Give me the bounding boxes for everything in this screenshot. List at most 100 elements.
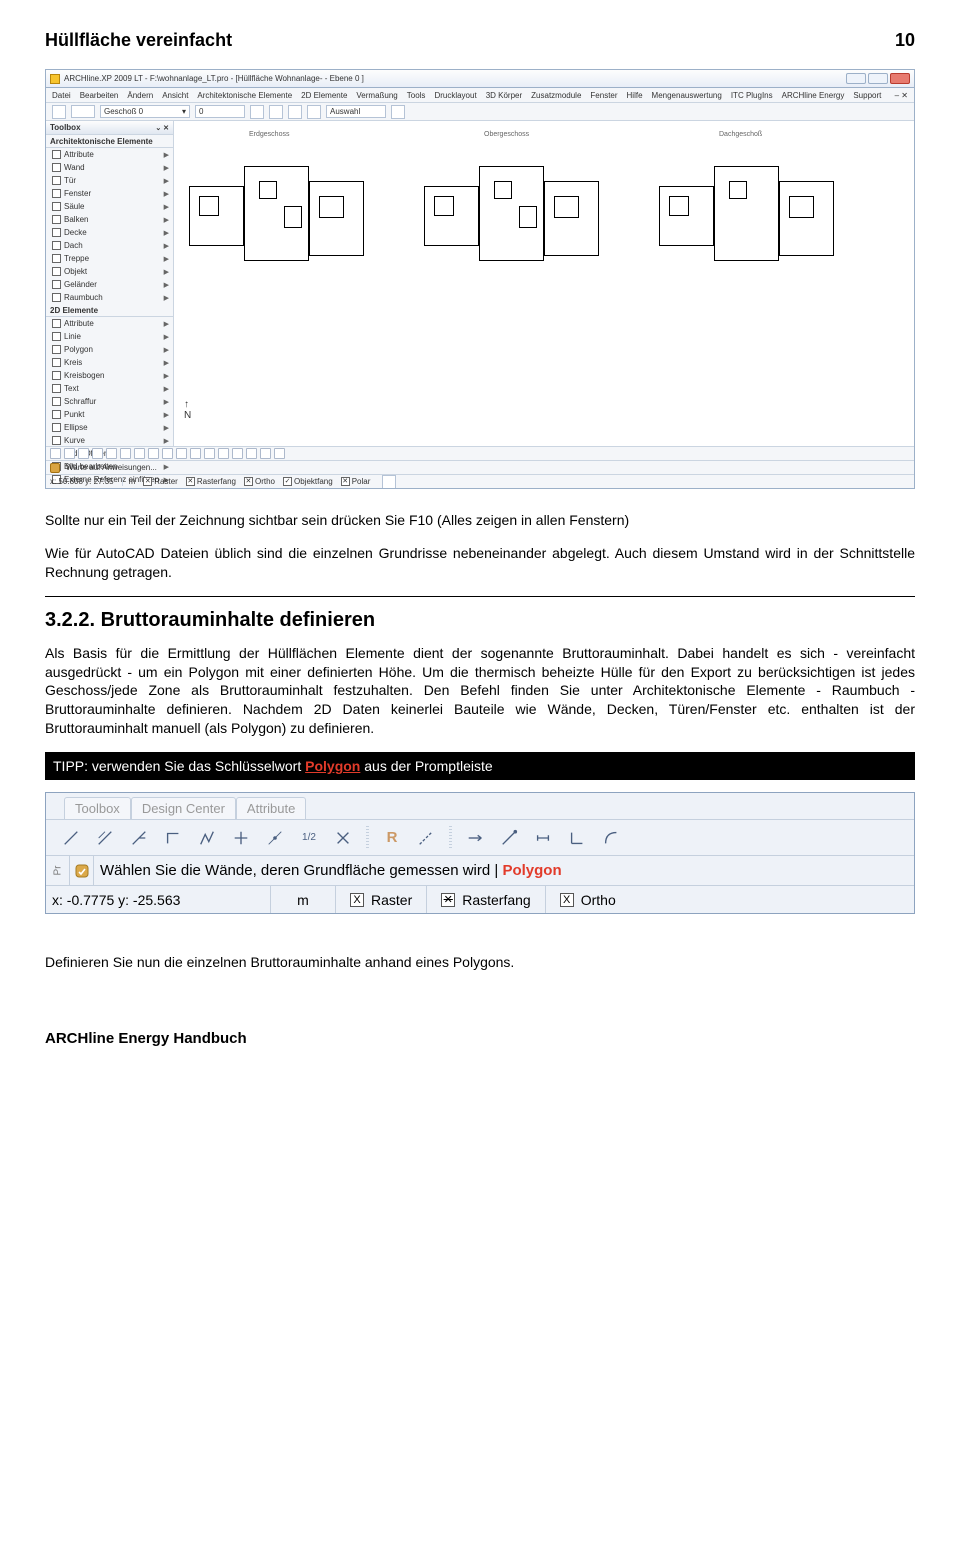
tool-icon[interactable] — [64, 448, 75, 459]
geschoss-dropdown[interactable]: Geschoß 0▾ — [100, 105, 190, 118]
point-icon[interactable] — [264, 827, 286, 849]
tree-item[interactable]: Linie▶ — [46, 330, 173, 343]
menu-tools[interactable]: Tools — [407, 91, 426, 100]
menu-archline-energy[interactable]: ARCHline Energy — [782, 91, 845, 100]
tree-item[interactable]: Kreisbogen▶ — [46, 369, 173, 382]
corner-icon[interactable] — [162, 827, 184, 849]
menu-arch-elemente[interactable]: Architektonische Elemente — [197, 91, 292, 100]
maximize-button[interactable] — [868, 73, 888, 84]
menu-datei[interactable]: Datei — [52, 91, 71, 100]
angle-icon[interactable] — [128, 827, 150, 849]
drawing-canvas[interactable]: Erdgeschoss Obergeschoss Dachgeschoß — [174, 121, 914, 446]
cross-icon[interactable] — [332, 827, 354, 849]
menu-itc-plugins[interactable]: ITC PlugIns — [731, 91, 773, 100]
line2-icon[interactable] — [94, 827, 116, 849]
toolbar-button[interactable] — [307, 105, 321, 119]
group-arch-elemente[interactable]: Architektonische Elemente — [46, 135, 173, 148]
tab-attribute[interactable]: Attribute — [236, 797, 306, 819]
subwindow-controls[interactable]: – ✕ — [895, 91, 908, 100]
status-button[interactable] — [382, 475, 396, 489]
tree-item[interactable]: Kreis▶ — [46, 356, 173, 369]
toolbar-value-input[interactable]: 0 — [195, 105, 245, 118]
menu-support[interactable]: Support — [853, 91, 881, 100]
minimize-button[interactable] — [846, 73, 866, 84]
perp-icon[interactable] — [230, 827, 252, 849]
tab-toolbox[interactable]: Toolbox — [64, 797, 131, 819]
menu-mengenauswertung[interactable]: Mengenauswertung — [652, 91, 722, 100]
tool-icon[interactable] — [204, 448, 215, 459]
status-rasterfang[interactable]: ✕ Rasterfang — [427, 886, 545, 913]
tree-item[interactable]: Wand▶ — [46, 161, 173, 174]
line-icon[interactable] — [60, 827, 82, 849]
auswahl-dropdown[interactable]: Auswahl — [326, 105, 386, 118]
menu-fenster[interactable]: Fenster — [590, 91, 617, 100]
menu-drucklayout[interactable]: Drucklayout — [434, 91, 476, 100]
menu-zusatzmodule[interactable]: Zusatzmodule — [531, 91, 581, 100]
menu-2d-elemente[interactable]: 2D Elemente — [301, 91, 347, 100]
menu-hilfe[interactable]: Hilfe — [627, 91, 643, 100]
tree-item[interactable]: Raumbuch▶ — [46, 291, 173, 304]
xy-icon[interactable] — [566, 827, 588, 849]
half-icon[interactable]: 1/2 — [298, 827, 320, 849]
tree-item[interactable]: Fenster▶ — [46, 187, 173, 200]
tool-icon[interactable] — [92, 448, 103, 459]
tree-item[interactable]: Treppe▶ — [46, 252, 173, 265]
menu-3d-koerper[interactable]: 3D Körper — [486, 91, 522, 100]
tree-item[interactable]: Kurve▶ — [46, 434, 173, 447]
menu-ansicht[interactable]: Ansicht — [162, 91, 188, 100]
r-icon[interactable]: R — [381, 827, 403, 849]
status-ortho[interactable]: ✕Ortho — [244, 477, 275, 486]
tool-icon[interactable] — [260, 448, 271, 459]
toolbar-button[interactable] — [269, 105, 283, 119]
tool-icon[interactable] — [190, 448, 201, 459]
status-raster[interactable]: X Raster — [336, 886, 427, 913]
toolbar-button[interactable] — [52, 105, 66, 119]
tree-item[interactable]: OLE Objekt▶ — [46, 486, 173, 489]
tree-item[interactable]: Ellipse▶ — [46, 421, 173, 434]
tool-icon[interactable] — [120, 448, 131, 459]
group-2d-elemente[interactable]: 2D Elemente — [46, 304, 173, 317]
status-rasterfang[interactable]: ✕Rasterfang — [186, 477, 236, 486]
menu-aendern[interactable]: Ändern — [127, 91, 153, 100]
tree-item[interactable]: Dach▶ — [46, 239, 173, 252]
toolbar-button[interactable] — [288, 105, 302, 119]
tree-item[interactable]: Geländer▶ — [46, 278, 173, 291]
status-polar[interactable]: ✕Polar — [341, 477, 371, 486]
tree-item[interactable]: Schraffur▶ — [46, 395, 173, 408]
toolbar-button[interactable] — [391, 105, 405, 119]
tree-item[interactable]: Attribute▶ — [46, 317, 173, 330]
dashed-icon[interactable] — [415, 827, 437, 849]
tool-icon[interactable] — [162, 448, 173, 459]
tree-item[interactable]: Attribute▶ — [46, 148, 173, 161]
tree-item[interactable]: Punkt▶ — [46, 408, 173, 421]
tool-icon[interactable] — [274, 448, 285, 459]
tree-item[interactable]: Text▶ — [46, 382, 173, 395]
status-objektfang[interactable]: ✓Objektfang — [283, 477, 333, 486]
tree-item[interactable]: Säule▶ — [46, 200, 173, 213]
toolbar-color[interactable] — [71, 105, 95, 118]
menu-bearbeiten[interactable]: Bearbeiten — [80, 91, 119, 100]
zigzag-icon[interactable] — [196, 827, 218, 849]
close-button[interactable] — [890, 73, 910, 84]
tool-icon[interactable] — [106, 448, 117, 459]
tool-icon[interactable] — [246, 448, 257, 459]
tab-design-center[interactable]: Design Center — [131, 797, 236, 819]
tool-icon[interactable] — [50, 448, 61, 459]
tree-item[interactable]: Polygon▶ — [46, 343, 173, 356]
tree-item[interactable]: Tür▶ — [46, 174, 173, 187]
arc-icon[interactable] — [600, 827, 622, 849]
tool-icon[interactable] — [218, 448, 229, 459]
measure-icon[interactable] — [532, 827, 554, 849]
status-ortho[interactable]: X Ortho — [546, 886, 630, 913]
menu-vermassung[interactable]: Vermaßung — [356, 91, 397, 100]
tree-item[interactable]: Decke▶ — [46, 226, 173, 239]
tree-item[interactable]: Objekt▶ — [46, 265, 173, 278]
tool-icon[interactable] — [134, 448, 145, 459]
direction-icon[interactable] — [464, 827, 486, 849]
tool-icon[interactable] — [176, 448, 187, 459]
tool-icon[interactable] — [148, 448, 159, 459]
diag-icon[interactable] — [498, 827, 520, 849]
tree-item[interactable]: Balken▶ — [46, 213, 173, 226]
tool-icon[interactable] — [78, 448, 89, 459]
toolbar-button[interactable] — [250, 105, 264, 119]
